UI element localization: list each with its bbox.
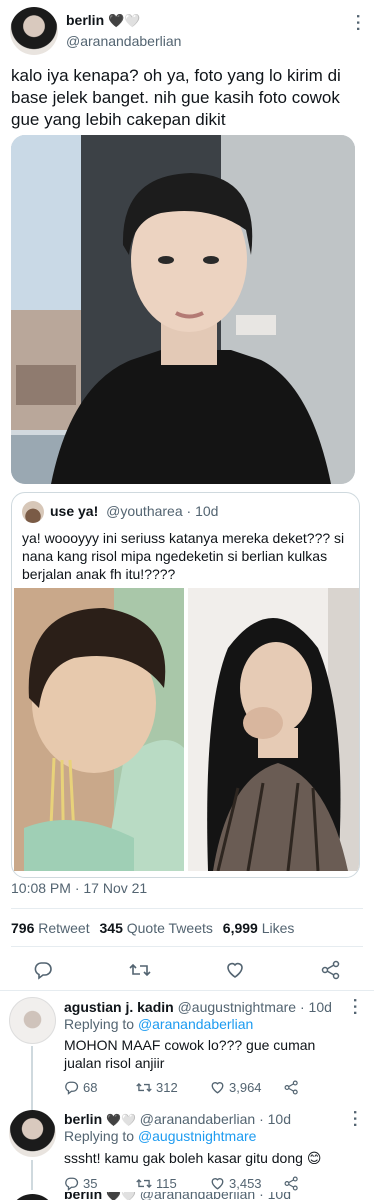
- replying-to-handle[interactable]: @aranandaberlian: [138, 1016, 253, 1032]
- name-emoji: 🖤🤍: [106, 1192, 136, 1200]
- divider: [11, 946, 363, 947]
- name-emoji: 🖤🤍: [106, 1113, 136, 1127]
- reply-header: berlin 🖤🤍 @aranandaberlian · 10d: [64, 1111, 291, 1127]
- share-icon[interactable]: [321, 960, 341, 985]
- reply-icon[interactable]: [33, 960, 53, 985]
- replying-to-line: Replying to @aranandaberlian: [64, 1016, 253, 1032]
- reply-count: 68: [83, 1080, 98, 1095]
- likes-stat[interactable]: 6,999 Likes: [223, 920, 295, 936]
- author-avatar[interactable]: [10, 7, 58, 55]
- reply-text: sssht! kamu gak boleh kasar gitu dong 😊: [64, 1149, 354, 1167]
- retweet-icon[interactable]: [129, 960, 151, 985]
- quoted-photo-left-illustration: [14, 588, 184, 871]
- share-icon[interactable]: [284, 1080, 299, 1100]
- likes-label: Likes: [261, 920, 295, 936]
- retweet-icon[interactable]: 115: [136, 1176, 177, 1191]
- replying-to-line: Replying to @augustnightmare: [64, 1128, 256, 1144]
- quoted-photo-right-illustration: [188, 588, 359, 871]
- reply-text: MOHON MAAF cowok lo??? gue cuman jualan …: [64, 1037, 316, 1071]
- quoted-handle: @youtharea: [106, 503, 183, 519]
- author-handle[interactable]: @aranandaberlian: [66, 33, 181, 49]
- reply-display-name[interactable]: berlin: [64, 1192, 102, 1200]
- reply-actions: 68 312 3,964: [64, 1080, 354, 1098]
- quoted-photo-right[interactable]: [188, 588, 359, 871]
- display-name-text: berlin: [66, 12, 105, 28]
- quoted-author-line: use ya! @youtharea · 10d: [50, 503, 218, 519]
- reply-thread-line: [31, 1160, 33, 1190]
- reply-display-name[interactable]: berlin: [64, 1111, 102, 1127]
- more-icon[interactable]: ···: [348, 14, 366, 33]
- reply-icon[interactable]: 35: [64, 1176, 97, 1191]
- heart-icon[interactable]: [225, 960, 245, 985]
- retweet-icon[interactable]: 312: [136, 1080, 178, 1095]
- retweet-count: 115: [156, 1176, 177, 1191]
- tweet-photo[interactable]: [11, 135, 355, 484]
- reply-icon[interactable]: 68: [64, 1080, 97, 1095]
- tweet-timestamp[interactable]: 10:08 PM · 17 Nov 21: [11, 880, 147, 896]
- replying-to-label: Replying to: [64, 1016, 135, 1032]
- cutoff-reply-header: berlin 🖤🤍 @aranandaberlian · 10d: [64, 1192, 291, 1200]
- reply-text-emoji: 😊: [306, 1150, 322, 1166]
- quotes-count: 345: [99, 920, 123, 936]
- divider: [11, 908, 363, 909]
- reply-avatar[interactable]: [9, 997, 56, 1044]
- reply-handle[interactable]: @aranandaberlian · 10d: [140, 1111, 291, 1127]
- photo-illustration: [11, 135, 355, 484]
- quoted-display-name: use ya!: [50, 503, 99, 519]
- reply-handle[interactable]: @augustnightmare · 10d: [178, 999, 332, 1015]
- tweet-stats: 796 Retweet 345 Quote Tweets 6,999 Likes: [11, 920, 294, 936]
- like-count: 3,453: [229, 1176, 262, 1191]
- replying-to-label: Replying to: [64, 1128, 135, 1144]
- heart-icon[interactable]: 3,964: [210, 1080, 262, 1095]
- replying-to-handle[interactable]: @augustnightmare: [138, 1128, 257, 1144]
- retweets-stat[interactable]: 796 Retweet: [11, 920, 94, 936]
- retweets-count: 796: [11, 920, 35, 936]
- name-emoji: 🖤🤍: [108, 13, 141, 28]
- reply-header: agustian j. kadin @augustnightmare · 10d: [64, 999, 332, 1015]
- more-icon[interactable]: ···: [345, 1110, 363, 1129]
- author-display-name[interactable]: berlin 🖤🤍: [66, 12, 140, 29]
- quoted-author-avatar: [22, 501, 44, 523]
- like-count: 3,964: [229, 1080, 262, 1095]
- more-icon[interactable]: ···: [345, 998, 363, 1017]
- reply-handle[interactable]: @aranandaberlian · 10d: [140, 1192, 291, 1200]
- divider: [0, 990, 374, 991]
- quoted-tweet-text: ya! woooyyy ini seriuss katanya mereka d…: [22, 530, 345, 582]
- reply-text-body: sssht! kamu gak boleh kasar gitu dong: [64, 1150, 303, 1166]
- retweets-label: Retweet: [38, 920, 90, 936]
- likes-count: 6,999: [222, 920, 258, 936]
- reply-avatar[interactable]: [9, 1194, 56, 1200]
- quotes-label: Quote Tweets: [126, 920, 213, 936]
- quoted-tweet-card[interactable]: use ya! @youtharea · 10d ya! woooyyy ini…: [11, 492, 360, 878]
- quoted-time: · 10d: [186, 503, 219, 519]
- retweet-count: 312: [156, 1080, 178, 1095]
- reply-thread-line: [31, 1046, 33, 1110]
- quotes-stat[interactable]: 345 Quote Tweets: [100, 920, 217, 936]
- reply-count: 35: [83, 1176, 98, 1191]
- reply-avatar[interactable]: [9, 1110, 56, 1157]
- tweet-text: kalo iya kenapa? oh ya, foto yang lo kir…: [11, 66, 341, 129]
- reply-display-name[interactable]: agustian j. kadin: [64, 999, 174, 1015]
- quoted-photo-left[interactable]: [14, 588, 184, 871]
- heart-icon[interactable]: 3,453: [210, 1176, 262, 1191]
